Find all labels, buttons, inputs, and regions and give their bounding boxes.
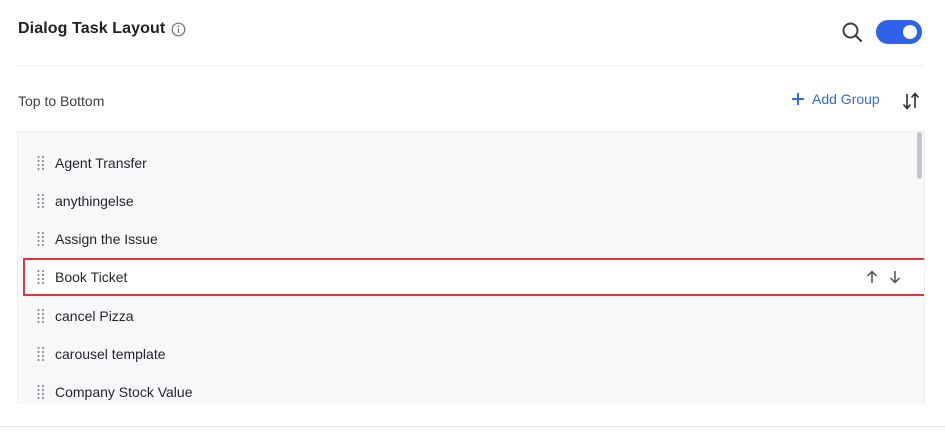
list-item-label: Book Ticket (55, 269, 128, 285)
drag-handle-icon[interactable] (36, 231, 46, 247)
list-item-label: cancel Pizza (55, 308, 134, 324)
footer-divider (0, 426, 945, 427)
list-item-label: carousel template (55, 346, 166, 362)
header-divider (18, 65, 923, 66)
scrollbar-thumb[interactable] (917, 132, 922, 179)
list-item[interactable]: carousel template (18, 335, 914, 373)
add-group-label: Add Group (812, 91, 880, 107)
task-list-panel: Agent Transfer anythingelse Assign the I… (17, 131, 925, 404)
drag-handle-icon[interactable] (36, 384, 46, 400)
info-icon[interactable] (171, 22, 186, 37)
list-item[interactable]: cancel Pizza (18, 297, 914, 335)
list-item[interactable]: Assign the Issue (18, 220, 914, 258)
add-group-button[interactable]: Add Group (790, 91, 880, 107)
toggle-knob (903, 25, 917, 39)
drag-handle-icon[interactable] (36, 269, 46, 285)
sort-arrows-icon[interactable] (900, 90, 922, 112)
section-label: Top to Bottom (18, 93, 105, 109)
arrow-up-icon[interactable] (864, 269, 880, 285)
drag-handle-icon[interactable] (36, 155, 46, 171)
list-item-label: Agent Transfer (55, 155, 147, 171)
list-item[interactable]: Agent Transfer (18, 144, 914, 182)
list-item-label: anythingelse (55, 193, 134, 209)
list-item[interactable]: anythingelse (18, 182, 914, 220)
layout-toggle[interactable] (876, 20, 922, 44)
drag-handle-icon[interactable] (36, 346, 46, 362)
header: Dialog Task Layout (0, 0, 945, 66)
list-item-label: Assign the Issue (55, 231, 158, 247)
drag-handle-icon[interactable] (36, 193, 46, 209)
list-item-selected[interactable]: Book Ticket (23, 258, 924, 296)
drag-handle-icon[interactable] (36, 308, 46, 324)
list-item[interactable]: Company Stock Value (18, 373, 914, 404)
page-title: Dialog Task Layout (18, 20, 166, 37)
title-group: Dialog Task Layout (18, 20, 186, 38)
plus-icon (790, 91, 806, 107)
search-icon[interactable] (840, 20, 864, 44)
list-item-label: Company Stock Value (55, 384, 193, 400)
arrow-down-icon[interactable] (887, 269, 903, 285)
